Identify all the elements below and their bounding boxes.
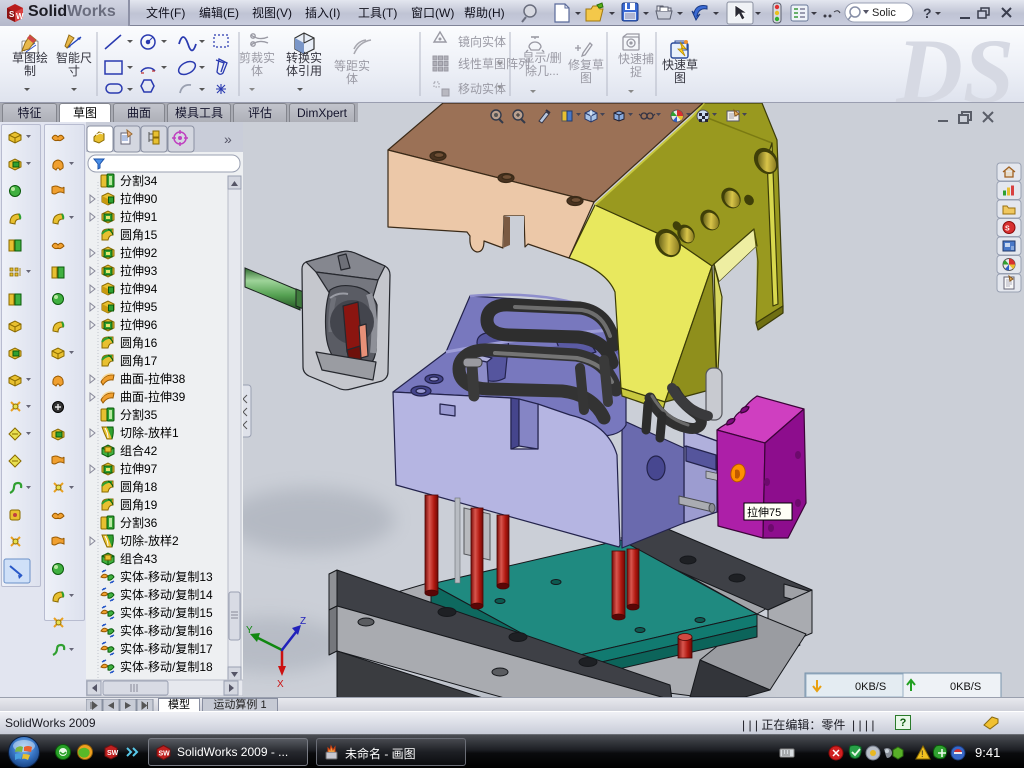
svg-text:分割34: 分割34 xyxy=(120,173,158,188)
svg-text:实体-移动/复制16: 实体-移动/复制16 xyxy=(120,623,213,638)
svg-text:圆角17: 圆角17 xyxy=(120,354,158,368)
svg-text:分割35: 分割35 xyxy=(120,407,158,422)
svg-text:拉伸93: 拉伸93 xyxy=(120,263,158,278)
svg-text:拉伸91: 拉伸91 xyxy=(120,209,158,224)
svg-text:圆角18: 圆角18 xyxy=(120,480,158,494)
svg-text:切除-放样2: 切除-放样2 xyxy=(120,533,179,548)
svg-text:拉伸90: 拉伸90 xyxy=(120,191,158,206)
svg-text:拉伸95: 拉伸95 xyxy=(120,299,158,314)
svg-text:组合42: 组合42 xyxy=(120,443,158,458)
svg-text:圆角16: 圆角16 xyxy=(120,336,158,350)
svg-text:?: ? xyxy=(923,5,932,21)
svg-text:切除-放样1: 切除-放样1 xyxy=(120,425,179,440)
svg-text:Solic: Solic xyxy=(872,7,896,19)
svg-text:圆角15: 圆角15 xyxy=(120,228,158,242)
svg-text:Y: Y xyxy=(246,625,253,636)
svg-text:0KB/S: 0KB/S xyxy=(855,681,886,693)
svg-text:SW: SW xyxy=(107,750,119,757)
svg-text:拉伸92: 拉伸92 xyxy=(120,245,158,260)
svg-text:拉伸94: 拉伸94 xyxy=(120,281,158,296)
svg-text:实体-移动/复制15: 实体-移动/复制15 xyxy=(120,605,213,620)
svg-text:实体-移动/复制17: 实体-移动/复制17 xyxy=(120,641,213,656)
svg-text:拉伸97: 拉伸97 xyxy=(120,461,158,476)
svg-text:SW: SW xyxy=(159,751,171,758)
svg-text:Z: Z xyxy=(300,616,306,627)
svg-text:曲面-拉伸38: 曲面-拉伸38 xyxy=(120,371,186,386)
svg-text:拉伸96: 拉伸96 xyxy=(120,317,158,332)
svg-text:实体-移动/复制18: 实体-移动/复制18 xyxy=(120,659,213,674)
svg-text:实体-移动/复制14: 实体-移动/复制14 xyxy=(120,587,213,602)
svg-text:S: S xyxy=(9,10,15,19)
svg-text:W: W xyxy=(16,12,24,21)
svg-text:拉伸75: 拉伸75 xyxy=(747,505,781,519)
svg-text:»: » xyxy=(224,131,232,147)
svg-text:组合43: 组合43 xyxy=(120,551,158,566)
svg-text:X: X xyxy=(277,679,284,690)
svg-text:0KB/S: 0KB/S xyxy=(950,681,981,693)
svg-text:!: ! xyxy=(921,749,924,759)
svg-text:曲面-拉伸39: 曲面-拉伸39 xyxy=(120,389,186,404)
svg-text:分割36: 分割36 xyxy=(120,515,158,530)
svg-text:圆角19: 圆角19 xyxy=(120,498,158,512)
svg-text:S: S xyxy=(1005,226,1010,233)
svg-text:实体-移动/复制13: 实体-移动/复制13 xyxy=(120,569,213,584)
